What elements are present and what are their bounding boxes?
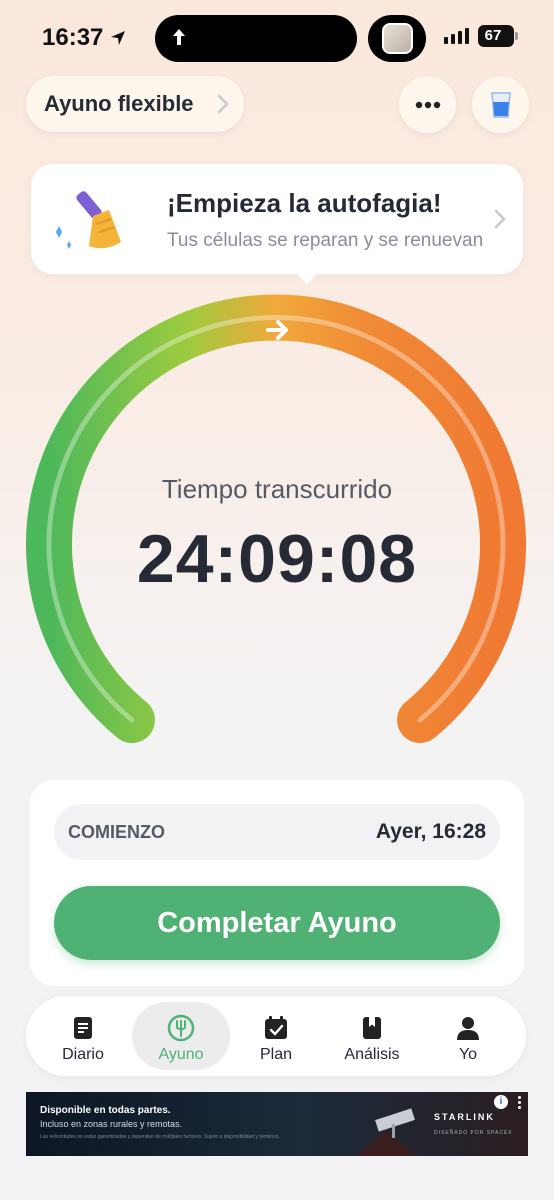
- ad-banner[interactable]: Disponible en todas partes. Incluso en z…: [26, 1092, 528, 1156]
- time-text: 16:37: [42, 24, 104, 51]
- ad-title: Disponible en todas partes.: [40, 1105, 171, 1116]
- elapsed-time: 24:09:08: [136, 521, 418, 597]
- start-label: COMIENZO: [68, 822, 165, 842]
- dynamic-island: [155, 15, 357, 62]
- location-arrow-icon: [111, 31, 126, 45]
- tab-label: Yo: [458, 1046, 478, 1063]
- bookmark-book-icon: [363, 1017, 381, 1039]
- complete-fast-label: Completar Ayuno: [157, 906, 397, 939]
- tab-label: Diario: [62, 1046, 104, 1063]
- tab-label: Ayuno: [158, 1046, 204, 1063]
- tab-bar: Diario Ayuno Plan Análisis Yo: [26, 996, 526, 1076]
- tip-title: ¡Empieza la autofagia!: [167, 188, 442, 218]
- start-value: Ayer, 16:28: [375, 820, 486, 843]
- battery-cap: [515, 32, 518, 40]
- ad-fine-print: Las velocidades no están garantizadas y …: [40, 1134, 280, 1140]
- status-bar: 16:37 67: [0, 0, 554, 70]
- elapsed-label: Tiempo transcurrido: [161, 474, 393, 504]
- tip-subtitle: Tus células se reparan y se renuevan: [167, 230, 484, 251]
- plan-label: Ayuno flexible: [44, 91, 194, 116]
- autophagy-tip-card[interactable]: ¡Empieza la autofagia! Tus células se re…: [31, 164, 523, 284]
- broom-icon: [56, 191, 121, 249]
- more-button[interactable]: [399, 76, 456, 133]
- start-time-row[interactable]: COMIENZO Ayer, 16:28: [54, 804, 500, 860]
- ad-brand: STARLINK: [434, 1112, 495, 1122]
- fork-icon: [167, 1014, 195, 1042]
- upload-arrow-icon: [173, 29, 185, 45]
- fast-card: COMIENZO Ayer, 16:28 Completar Ayuno: [30, 780, 524, 986]
- satellite-dish-icon: [356, 1108, 416, 1156]
- calendar-check-icon: [265, 1016, 287, 1039]
- complete-fast-button[interactable]: Completar Ayuno: [54, 886, 500, 960]
- signal-icon: [444, 28, 469, 44]
- ad-info-icon[interactable]: i: [494, 1095, 508, 1109]
- more-icon: [415, 101, 440, 108]
- ad-brand-sub: DISEÑADO POR SPACEX: [434, 1130, 513, 1136]
- tab-yo[interactable]: Yo: [419, 1002, 517, 1070]
- ad-subtitle: Incluso en zonas rurales y remotas.: [40, 1119, 183, 1129]
- status-time: 16:37: [42, 24, 127, 52]
- battery-icon: 67: [478, 25, 514, 47]
- chevron-right-icon: [217, 94, 229, 114]
- tab-label: Análisis: [344, 1046, 400, 1063]
- ad-menu-icon[interactable]: [518, 1096, 522, 1111]
- chevron-right-icon: [494, 209, 506, 229]
- tab-analisis[interactable]: Análisis: [323, 1002, 421, 1070]
- journal-icon: [74, 1017, 92, 1039]
- person-icon: [457, 1017, 479, 1040]
- water-button[interactable]: [472, 76, 529, 133]
- tab-label: Plan: [259, 1046, 293, 1063]
- live-activity: [368, 15, 426, 62]
- plan-selector-button[interactable]: Ayuno flexible: [26, 76, 244, 132]
- gauge-track: [26, 294, 526, 743]
- tab-ayuno[interactable]: Ayuno: [132, 1002, 230, 1070]
- battery-level: 67: [484, 27, 502, 44]
- tab-plan[interactable]: Plan: [227, 1002, 325, 1070]
- water-glass-icon: [490, 91, 511, 118]
- tab-diario[interactable]: Diario: [34, 1002, 132, 1070]
- app-thumbnail-icon: [382, 23, 413, 54]
